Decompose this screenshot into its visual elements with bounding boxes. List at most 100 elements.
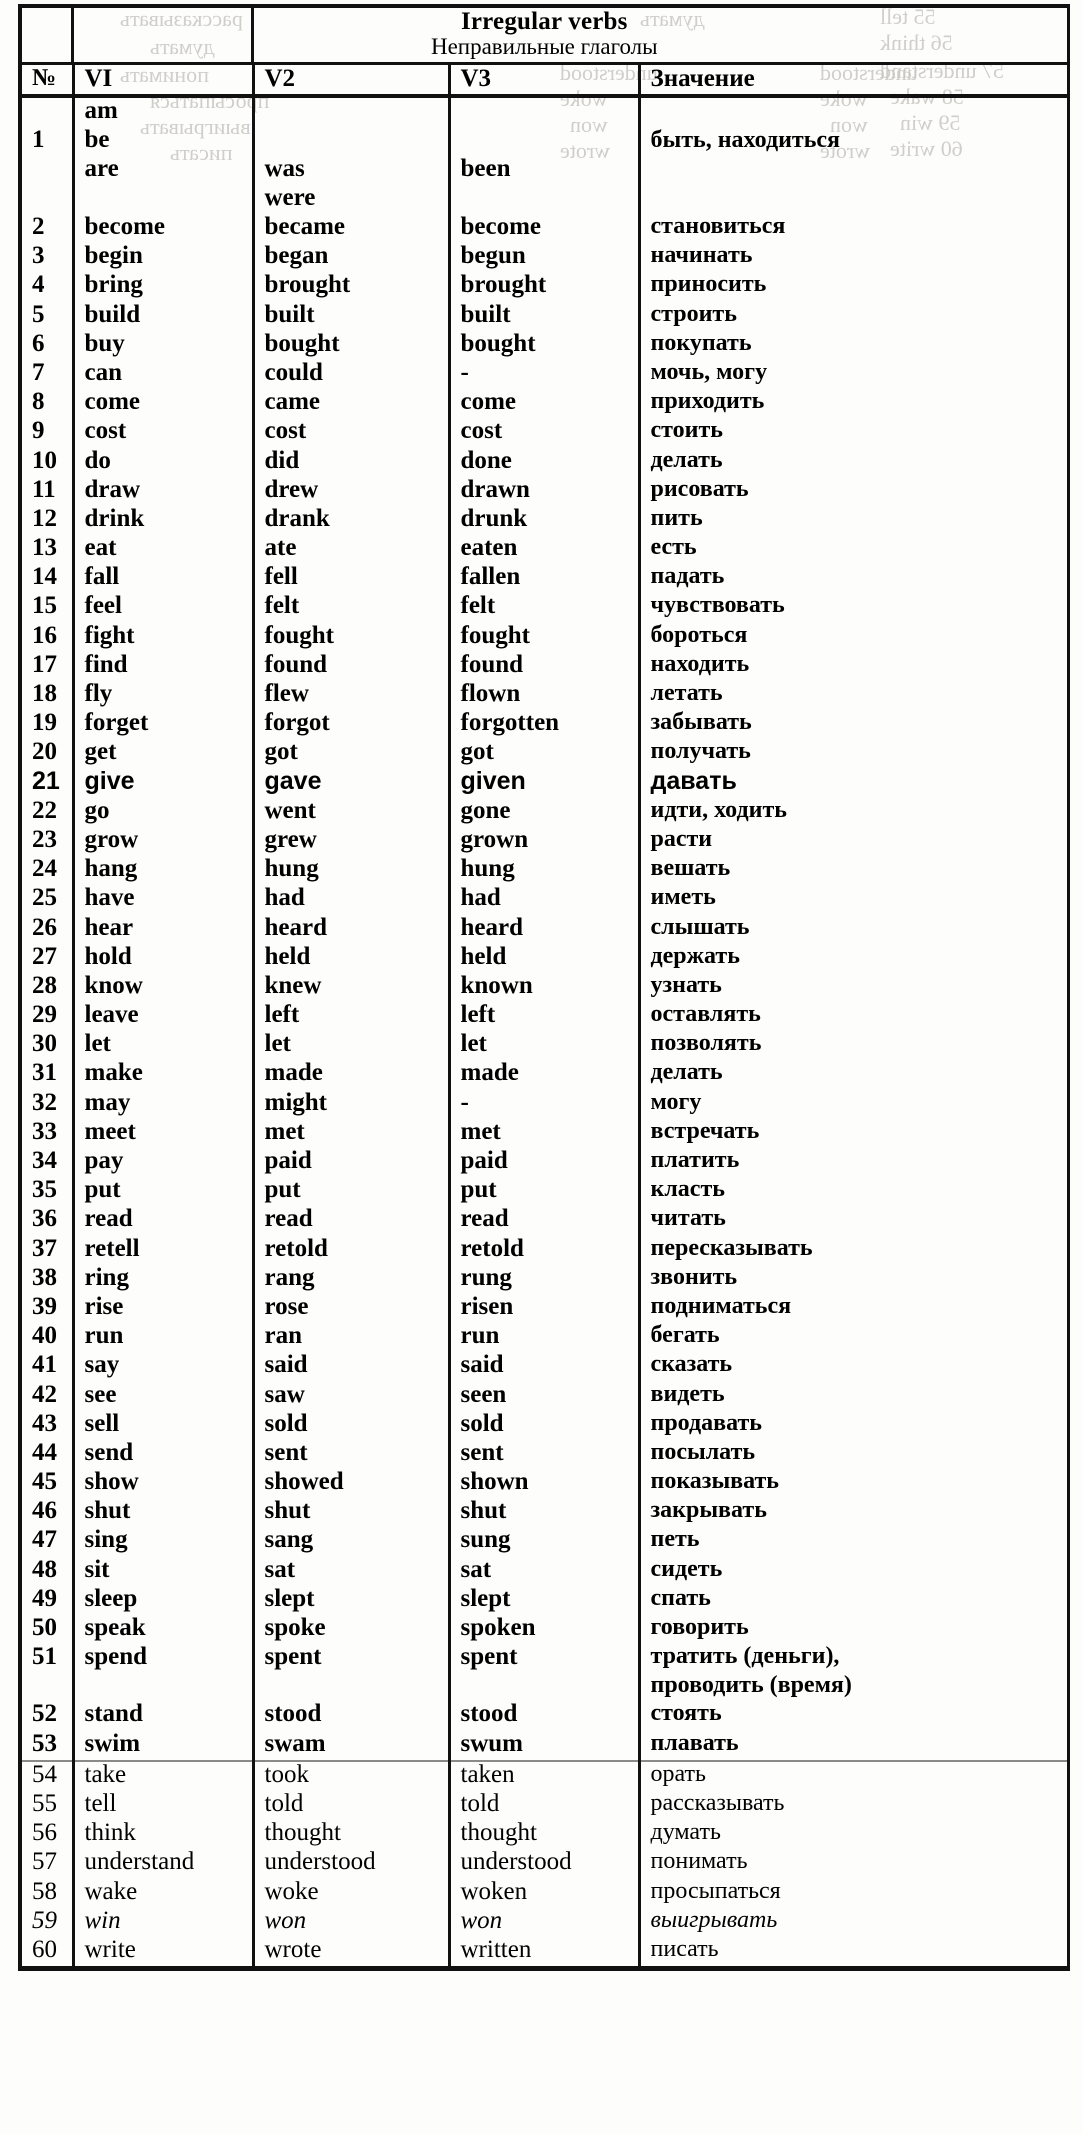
- verb-base-form: run: [73, 1323, 255, 1353]
- table-row: 7 can could - мочь, могу: [18, 359, 1070, 390]
- row-number: 21: [18, 768, 75, 798]
- verb-past-participle: rung: [449, 1264, 641, 1294]
- verb-base-form: do: [73, 447, 255, 477]
- verb-base-form: retell: [73, 1235, 255, 1265]
- row-number: 8: [18, 389, 75, 419]
- verb-past-simple: told: [253, 1790, 451, 1821]
- verb-past-simple: heard: [253, 914, 451, 944]
- verb-meaning-ru: просыпаться: [639, 1878, 1070, 1908]
- verb-base-form: can: [73, 359, 255, 390]
- title-row: Irregular verbs Неправильные глаголы: [17, 4, 1070, 65]
- table-row: 2 become became become становиться: [18, 214, 1070, 244]
- row-number: 26: [18, 914, 75, 944]
- row-number: 11: [18, 476, 75, 506]
- verb-past-simple: sent: [253, 1439, 451, 1470]
- row-number: 17: [18, 651, 75, 681]
- verb-past-participle-continuation: [449, 1673, 641, 1702]
- verb-past-simple: swam: [253, 1730, 451, 1761]
- verb-base-form: get: [73, 739, 255, 769]
- verb-base-form: spend: [73, 1644, 255, 1674]
- verb-past-participle: found: [449, 651, 641, 681]
- verb-base-form: understand: [73, 1849, 255, 1879]
- verb-base-form: write: [73, 1936, 255, 1972]
- row-number: 57: [18, 1849, 75, 1879]
- table-row: 42 see saw seen видеть: [18, 1381, 1070, 1411]
- verb-base-form: feel: [73, 593, 255, 623]
- row-number: 55: [18, 1790, 75, 1821]
- row-number: 36: [18, 1206, 75, 1236]
- verb-meaning-ru: чувствовать: [639, 593, 1070, 623]
- table-row: 9 cost cost cost стоить: [18, 418, 1070, 448]
- verb-past-simple: rose: [253, 1293, 451, 1324]
- verb-past-simple: met: [253, 1118, 451, 1148]
- verb-past-participle: sat: [449, 1556, 641, 1586]
- verb-past-simple: ran: [253, 1323, 451, 1353]
- verb-base-form: speak: [73, 1615, 255, 1645]
- row-number: 35: [18, 1177, 75, 1207]
- verb-past-simple: began: [253, 243, 451, 273]
- verb-meaning-ru: бороться: [639, 622, 1070, 652]
- verb-base-form: tell: [73, 1790, 255, 1821]
- verb-past-simple: paid: [253, 1148, 451, 1178]
- verb-meaning-ru: становиться: [639, 214, 1070, 244]
- verb-meaning-ru: расти: [639, 826, 1070, 857]
- row-number: 10: [18, 447, 75, 477]
- row-number: 31: [18, 1060, 75, 1090]
- row-number: 48: [18, 1556, 75, 1586]
- table-title-cell: Irregular verbs Неправильные глаголы: [17, 4, 1070, 65]
- row-number: 15: [18, 593, 75, 623]
- verb-past-participle: built: [449, 301, 641, 331]
- verb-past-simple: stood: [253, 1701, 451, 1731]
- verb-past-simple: drank: [253, 505, 451, 536]
- table-row: 37 retell retold retold пересказывать: [18, 1235, 1070, 1265]
- verb-past-simple: grew: [253, 826, 451, 857]
- verb-past-participle: been: [449, 96, 641, 214]
- verb-base-form: grow: [73, 826, 255, 857]
- table-row: 34 pay paid paid платить: [18, 1148, 1070, 1178]
- verb-past-simple: drew: [253, 476, 451, 506]
- verb-meaning-ru: писать: [639, 1936, 1070, 1972]
- verb-past-simple: forgot: [253, 710, 451, 740]
- verb-meaning-ru: посылать: [639, 1439, 1070, 1470]
- verb-past-simple: wrote: [253, 1936, 451, 1972]
- verb-past-participle: said: [449, 1352, 641, 1382]
- verb-meaning-ru: покупать: [639, 330, 1070, 360]
- table-row: 12 drink drank drunk пить: [18, 505, 1070, 536]
- verb-past-participle: sold: [449, 1410, 641, 1440]
- verb-meaning-ru: рисовать: [639, 476, 1070, 506]
- verb-past-participle: swum: [449, 1730, 641, 1761]
- verb-past-participle: known: [449, 972, 641, 1003]
- verb-base-form: put: [73, 1177, 255, 1207]
- verb-past-simple: knew: [253, 972, 451, 1003]
- verb-past-participle: sent: [449, 1439, 641, 1470]
- verb-meaning-ru: узнать: [639, 972, 1070, 1003]
- verb-past-participle: fought: [449, 622, 641, 652]
- verb-past-participle: come: [449, 389, 641, 419]
- verb-meaning-ru: класть: [639, 1177, 1070, 1207]
- column-header-row: № VI V2 V3 Значение: [18, 63, 1070, 98]
- verb-past-participle: met: [449, 1118, 641, 1148]
- verb-past-participle: thought: [449, 1820, 641, 1850]
- verb-past-simple: spoke: [253, 1615, 451, 1645]
- header-no: №: [18, 63, 75, 98]
- verb-meaning-ru: слышать: [639, 914, 1070, 944]
- verb-meaning-ru-continuation: проводить (время): [639, 1673, 1070, 1702]
- verb-base-form: sell: [73, 1410, 255, 1440]
- verb-meaning-ru: читать: [639, 1206, 1070, 1236]
- verb-meaning-ru: идти, ходить: [639, 797, 1070, 827]
- verb-base-form: fly: [73, 681, 255, 711]
- verb-meaning-ru: плавать: [639, 1730, 1070, 1761]
- table-row: 19 forget forgot forgotten забывать: [18, 710, 1070, 740]
- row-number: 3: [18, 243, 75, 273]
- irregular-verbs-sheet: Irregular verbs Неправильные глаголы № V…: [17, 4, 1070, 1972]
- verb-meaning-ru: начинать: [639, 243, 1070, 273]
- table-row: 26 hear heard heard слышать: [18, 914, 1070, 944]
- verb-past-participle: seen: [449, 1381, 641, 1411]
- verb-meaning-ru: выигрывать: [639, 1907, 1070, 1937]
- verb-meaning-ru: оставлять: [639, 1002, 1070, 1032]
- verb-meaning-ru: приходить: [639, 389, 1070, 419]
- table-row: 51 spend spent spent тратить (деньги),: [18, 1644, 1070, 1674]
- verb-past-simple: ate: [253, 535, 451, 565]
- verb-past-participle: got: [449, 739, 641, 769]
- verb-past-participle: spent: [449, 1644, 641, 1674]
